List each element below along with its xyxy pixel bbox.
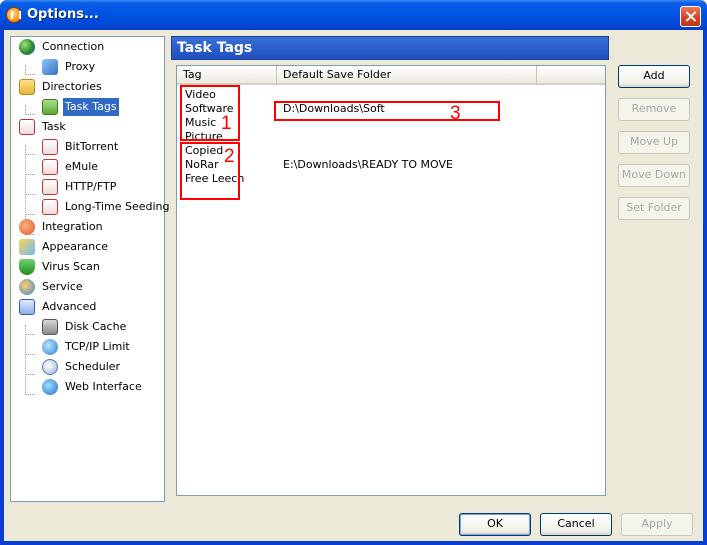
tree-item-label: Web Interface [65,380,142,393]
tree-item-label: TCP/IP Limit [65,340,130,353]
annotation-number-2: 2 [224,146,235,167]
move-down-button-label: Move Down [621,168,687,181]
close-button[interactable] [680,6,701,27]
tree-item-label: HTTP/FTP [65,180,117,193]
move-up-button[interactable]: Move Up [618,131,690,154]
tree-item-label: Virus Scan [42,260,100,273]
ok-button[interactable]: OK [459,513,531,536]
options-tree[interactable]: Connection Proxy Directories Task Tags T… [10,36,170,502]
annotation-number-1: 1 [221,113,232,134]
tree-item-label: eMule [65,160,99,173]
title-bar[interactable]: Options... [0,0,707,30]
add-button[interactable]: Add [618,65,690,88]
tag-icon [42,99,58,115]
proxy-icon [42,59,58,75]
dialog-body: Connection Proxy Directories Task Tags T… [4,30,703,541]
clock-icon [42,359,58,375]
column-header-tag[interactable]: Tag [177,66,277,85]
folder-icon [19,79,35,95]
panel-header: Task Tags [171,36,609,60]
move-down-button[interactable]: Move Down [618,164,690,187]
connection-icon [19,39,35,55]
tree-item-label: Service [42,280,83,293]
ok-button-label: OK [487,517,503,530]
set-folder-button-label: Set Folder [626,201,682,214]
tree-item-label: Directories [42,80,102,93]
tree-item-label: Long-Time Seeding [65,200,170,213]
remove-button-label: Remove [631,102,677,115]
remove-button[interactable]: Remove [618,98,690,121]
move-up-button-label: Move Up [629,135,679,148]
panel-title: Task Tags [177,40,253,56]
list-header: Tag Default Save Folder [177,66,605,85]
globe-icon [42,379,58,395]
folder-cell[interactable]: E:\Downloads\READY TO MOVE [283,158,453,172]
tree-item-label: Proxy [65,60,96,73]
cancel-button-label: Cancel [557,517,595,530]
options-window: Options... Connection Proxy Directories … [0,0,707,545]
tree-item-label: Task [42,120,66,133]
apply-button-label: Apply [641,517,673,530]
cancel-button[interactable]: Cancel [540,513,612,536]
task-icon [42,159,58,175]
tree-item-label: Advanced [42,300,97,313]
tree-item-label: Integration [42,220,103,233]
tree-item-label: Disk Cache [65,320,127,333]
service-icon [19,279,35,295]
window-title: Options... [27,7,99,22]
tree-item-label: Scheduler [65,360,121,373]
disk-icon [42,319,58,335]
task-icon [42,139,58,155]
set-folder-button[interactable]: Set Folder [618,197,690,220]
tree-item-label: Task Tags [63,98,119,116]
apply-button[interactable]: Apply [621,513,693,536]
integration-icon [19,219,35,235]
task-icon [42,199,58,215]
tree-item-label: Connection [42,40,105,53]
task-tags-list[interactable]: Tag Default Save Folder Video Software D… [176,65,606,496]
task-icon [42,179,58,195]
advanced-icon [19,299,35,315]
shield-icon [19,259,35,275]
network-icon [42,339,58,355]
tree-item-label: Appearance [42,240,109,253]
appearance-icon [19,239,35,255]
tree-item-label: BitTorrent [65,140,119,153]
app-icon [6,7,22,23]
annotation-number-3: 3 [450,103,461,124]
annotation-box-3 [274,101,500,121]
task-icon [19,119,35,135]
column-header-folder[interactable]: Default Save Folder [277,66,537,85]
add-button-label: Add [643,69,665,82]
